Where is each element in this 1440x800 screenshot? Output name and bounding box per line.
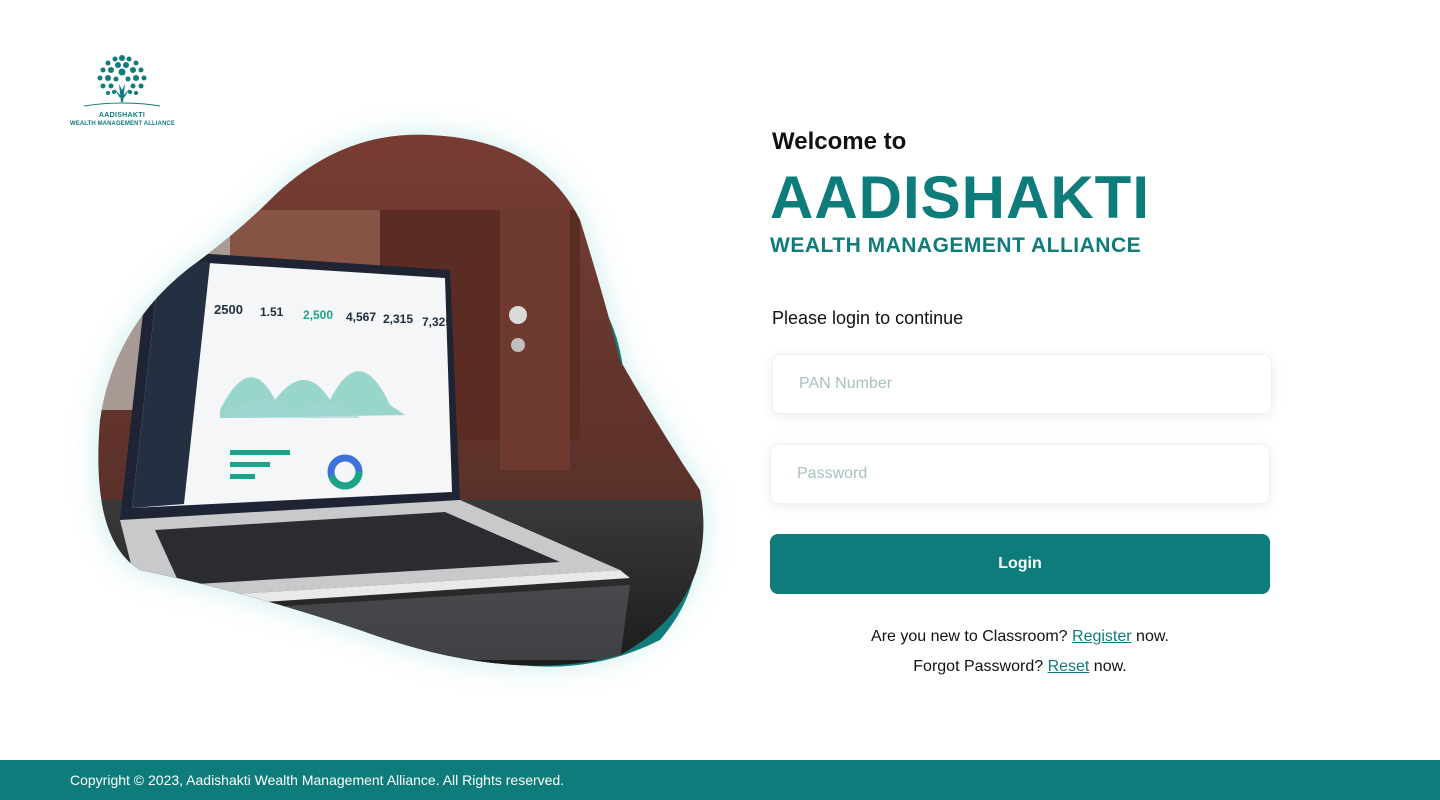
laptop-stat-1: 2500 bbox=[214, 302, 243, 317]
register-line: Are you new to Classroom? Register now. bbox=[770, 622, 1270, 652]
pan-number-input[interactable] bbox=[773, 355, 1271, 413]
laptop-stat-2: 1.51 bbox=[260, 305, 284, 319]
auth-links: Are you new to Classroom? Register now. … bbox=[770, 622, 1270, 682]
welcome-text: Welcome to bbox=[772, 128, 907, 155]
pan-field bbox=[772, 354, 1272, 414]
register-link[interactable]: Register bbox=[1072, 628, 1132, 645]
reset-suffix: now. bbox=[1089, 658, 1127, 675]
register-suffix: now. bbox=[1131, 628, 1169, 645]
footer: Copyright © 2023, Aadishakti Wealth Mana… bbox=[0, 760, 1440, 800]
login-prompt: Please login to continue bbox=[772, 308, 964, 328]
laptop-blob-illustration: 2500 1.51 2,500 4,567 2,315 7,325 bbox=[98, 134, 704, 667]
laptop-stat-5: 2,315 bbox=[383, 312, 413, 326]
password-field bbox=[770, 444, 1270, 504]
brand-subtitle: WEALTH MANAGEMENT ALLIANCE bbox=[770, 234, 1142, 257]
login-button[interactable]: Login bbox=[770, 534, 1270, 594]
brand-title: AADISHAKTI bbox=[770, 164, 1150, 231]
reset-line: Forgot Password? Reset now. bbox=[770, 652, 1270, 682]
reset-prefix: Forgot Password? bbox=[913, 658, 1048, 675]
reset-link[interactable]: Reset bbox=[1048, 658, 1090, 675]
register-prefix: Are you new to Classroom? bbox=[871, 628, 1073, 645]
laptop-stat-6: 7,325 bbox=[422, 315, 452, 329]
laptop-stat-3: 2,500 bbox=[303, 308, 333, 322]
laptop-stat-4: 4,567 bbox=[346, 310, 376, 324]
password-input[interactable] bbox=[771, 445, 1269, 503]
login-panel: Welcome to AADISHAKTI WEALTH MANAGEMENT … bbox=[770, 128, 1290, 329]
copyright-text: Copyright © 2023, Aadishakti Wealth Mana… bbox=[70, 772, 565, 788]
hero-illustration: 2500 1.51 2,500 4,567 2,315 7,325 bbox=[60, 100, 760, 700]
